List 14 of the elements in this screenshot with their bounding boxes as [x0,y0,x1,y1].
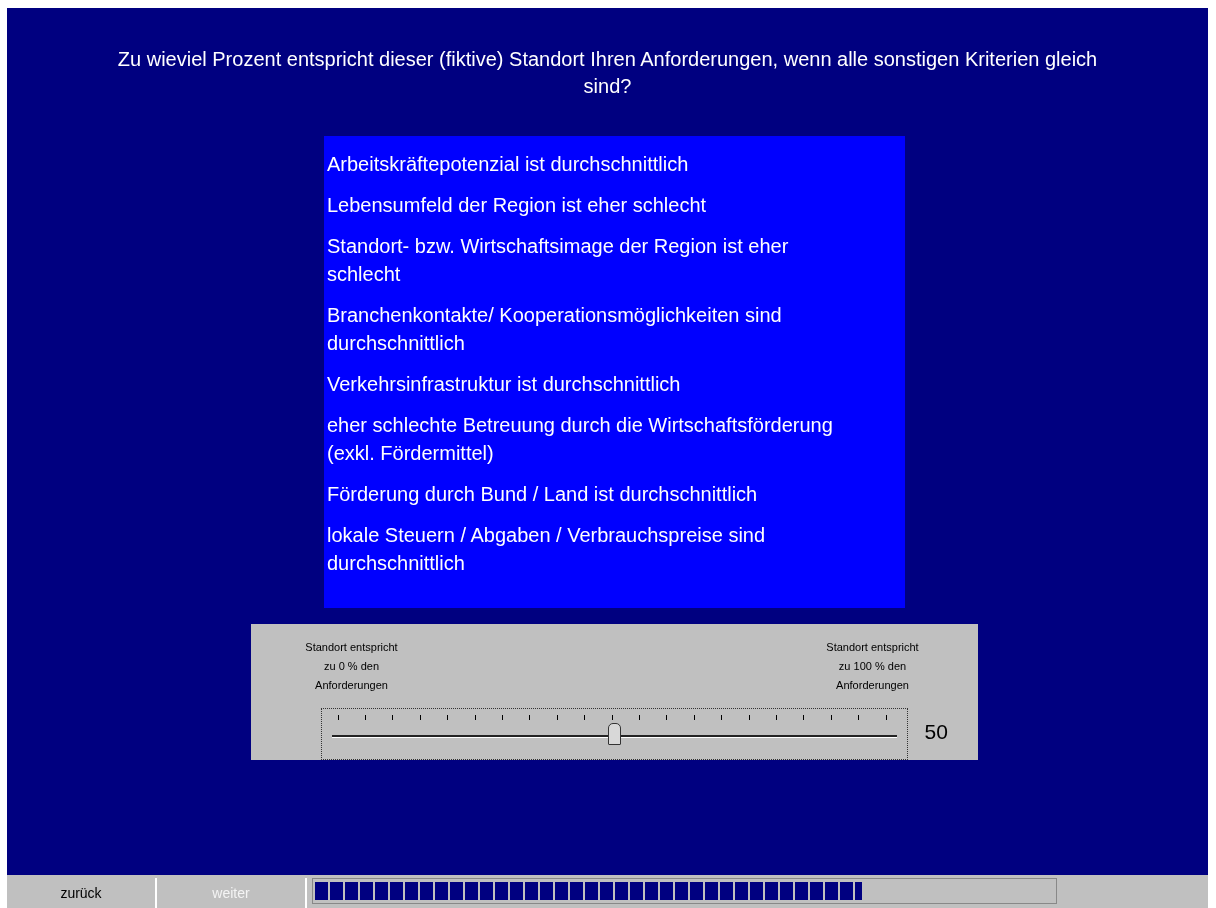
criterion-text: Arbeitskräftepotenzial ist durchschnittlich [327,152,690,177]
criterion-text: Förderung durch Bund / Land ist durchschnittlich [327,482,759,507]
criterion-text: eher schlechte Betreuung durch die Wirtschaftsförderung (exkl. Fördermittel) [327,413,834,466]
criterion-text: Lebensumfeld der Region ist eher schlecht [327,193,708,218]
criterion-text: Branchenkontakte/ Kooperationsmöglichkeiten sind durchschnittlich [327,303,783,356]
question-text: Zu wieviel Prozent entspricht dieser (fiktive) Standort Ihren Anforderungen, wenn alle sonstigen Kriterien gleich sind? [116,47,1099,99]
criterion-text: Verkehrsinfrastruktur ist durchschnittlich [327,372,682,397]
rating-value: 50 [924,720,948,744]
min-label: Standort entspricht zu 0 % den Anforderungen [304,640,399,693]
max-label: Standort entspricht zu 100 % den Anforderungen [825,640,920,693]
rating-slider[interactable] [320,708,908,760]
slider-thumb[interactable] [608,723,621,745]
criterion-text: Standort- bzw. Wirtschaftsimage der Region ist eher schlecht [327,234,790,287]
criterion-text: lokale Steuern / Abgaben / Verbrauchspreise sind durchschnittlich [327,523,767,576]
